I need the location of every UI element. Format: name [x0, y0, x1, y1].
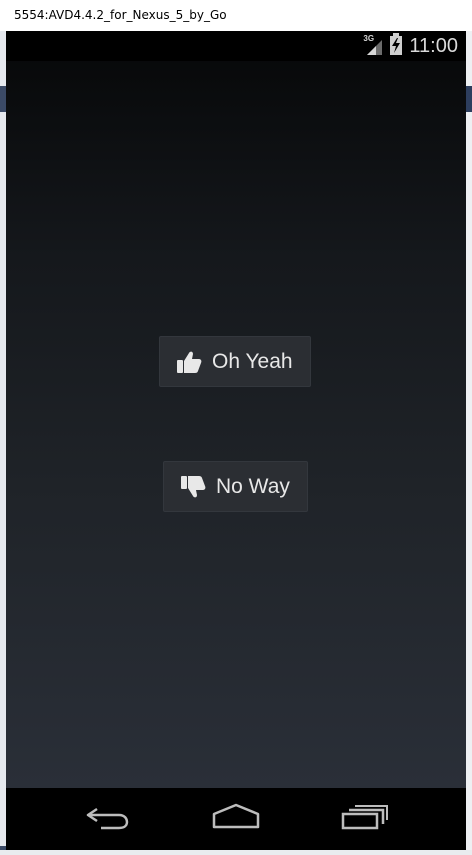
background-window-edge — [466, 86, 472, 112]
no-way-button[interactable]: No Way — [163, 461, 308, 512]
battery-icon — [389, 32, 403, 60]
thumbs-down-icon — [180, 475, 206, 499]
network-type-label: 3G — [363, 34, 375, 43]
home-icon — [211, 803, 261, 836]
thumbs-up-icon — [176, 350, 202, 374]
status-bar: 3G 11:00 — [6, 31, 466, 61]
status-time: 11:00 — [409, 34, 458, 57]
device-screen: 3G 11:00 Oh Yeah No Way — [6, 31, 466, 788]
right-window-border — [466, 31, 472, 855]
status-icons: 3G 11:00 — [363, 31, 458, 61]
signal-icon: 3G — [363, 34, 383, 56]
window-title: 5554:AVD4.4.2_for_Nexus_5_by_Go — [0, 0, 472, 31]
no-way-label: No Way — [216, 474, 290, 498]
back-icon — [85, 803, 131, 836]
recent-apps-button[interactable] — [334, 802, 394, 836]
emulator-window: 5554:AVD4.4.2_for_Nexus_5_by_Go 3G 11:00… — [0, 0, 472, 855]
oh-yeah-label: Oh Yeah — [212, 349, 293, 373]
oh-yeah-button[interactable]: Oh Yeah — [159, 336, 311, 387]
navigation-bar — [6, 788, 466, 850]
home-button[interactable] — [206, 802, 266, 836]
bottom-window-border — [0, 850, 472, 855]
back-button[interactable] — [78, 802, 138, 836]
recent-apps-icon — [340, 803, 388, 836]
